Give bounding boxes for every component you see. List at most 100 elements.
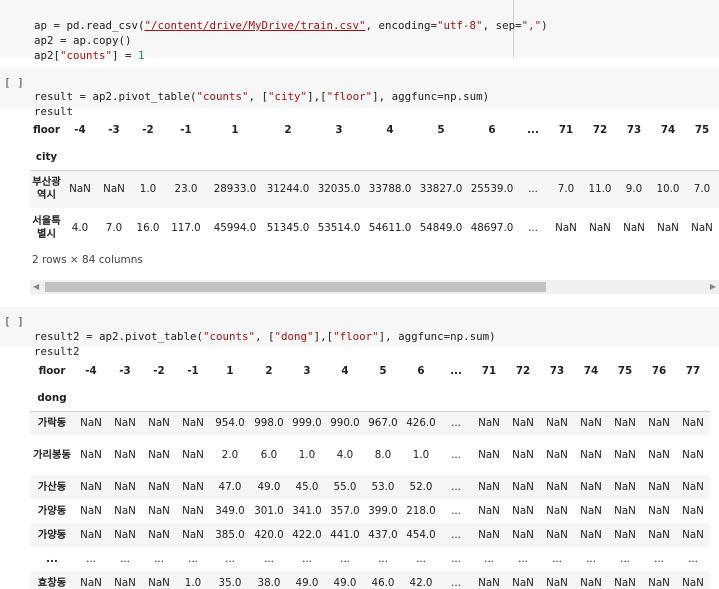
column-header: 3: [303, 365, 311, 377]
table-cell: NaN: [648, 505, 670, 517]
table-cell: NaN: [80, 529, 102, 541]
column-header: 75: [694, 124, 710, 136]
table-cell: NaN: [114, 417, 136, 430]
row-index-label: ...: [46, 552, 58, 565]
table-cell: NaN: [148, 481, 170, 493]
table-cell: NaN: [114, 577, 136, 589]
output-cell-3: floor -4 -3 -2 -1 1 2 3 4 5 6... 71 72 73 74 75 76 77 do…: [30, 357, 719, 589]
code-cell-2[interactable]: [ ] result = ap2.pivot_table("counts", […: [0, 68, 719, 118]
table-cell: 38.0: [257, 577, 281, 589]
table-cell: ...: [120, 553, 130, 565]
column-header: -2: [142, 124, 154, 136]
table-cell: NaN: [682, 505, 704, 517]
table-cell: NaN: [182, 505, 204, 517]
table-cell: NaN: [546, 481, 568, 493]
column-header: 74: [660, 124, 676, 136]
column-header: ...: [450, 365, 462, 377]
scroll-left-icon[interactable]: ◀: [33, 282, 39, 291]
table-cell: NaN: [580, 417, 602, 430]
row-index-label: 부산광역시: [32, 176, 61, 202]
table-cell: ...: [451, 577, 461, 589]
table-row: 가산동 NaN NaN NaN NaN 47.0 49.0 45.0 55.0 53.0 52.0.…: [30, 475, 710, 499]
table-cell: ...: [451, 505, 461, 517]
table-cell: 53.0: [371, 481, 395, 493]
column-header: -1: [187, 365, 199, 377]
table-cell: 454.0: [406, 529, 436, 541]
table-cell: NaN: [512, 505, 534, 517]
table-cell: ...: [484, 553, 494, 565]
table-cell: NaN: [682, 449, 704, 461]
table-cell: 49.0: [257, 481, 281, 493]
table-cell: 55.0: [333, 481, 357, 493]
code-cell-2-source[interactable]: result = ap2.pivot_table("counts", ["cit…: [34, 74, 489, 119]
run-cell-button[interactable]: [ ]: [4, 76, 24, 89]
table-cell: 45994.0: [213, 222, 257, 234]
column-header: 72: [592, 124, 608, 136]
scroll-right-icon[interactable]: ▶: [710, 282, 716, 291]
table-cell: NaN: [69, 183, 91, 196]
table-cell: ...: [586, 553, 596, 565]
table-cell: 49.0: [295, 577, 319, 589]
table-cell: ...: [688, 553, 698, 565]
row-index-label: 효창동: [37, 576, 67, 589]
table-cell: NaN: [512, 577, 534, 589]
table-cell: 31244.0: [266, 183, 310, 196]
scrollbar-thumb[interactable]: [45, 282, 546, 292]
table-cell: NaN: [512, 449, 534, 461]
column-header: -3: [119, 365, 131, 377]
column-header: 5: [379, 365, 387, 377]
table-cell: 45.0: [295, 481, 319, 493]
run-cell-button[interactable]: [ ]: [4, 315, 24, 328]
table-cell: 35.0: [218, 577, 242, 589]
table-cell: 54611.0: [368, 222, 412, 234]
column-header: 6: [417, 365, 425, 377]
table-cell: 2.0: [221, 449, 239, 461]
column-header: 2: [284, 124, 292, 136]
table-cell: NaN: [546, 417, 568, 430]
code-cell-1[interactable]: ap = pd.read_csv("/content/drive/MyDrive…: [0, 0, 719, 62]
table-cell: NaN: [555, 222, 577, 234]
table-cell: ...: [416, 553, 426, 565]
column-header: -4: [85, 365, 97, 377]
column-header: -3: [108, 124, 120, 136]
table-cell: NaN: [148, 417, 170, 430]
table-cell: 54849.0: [419, 222, 463, 234]
table-cell: NaN: [648, 417, 670, 430]
code-cell-3-source[interactable]: result2 = ap2.pivot_table("counts", ["do…: [34, 314, 496, 359]
table-cell: NaN: [148, 529, 170, 541]
table-cell: 7.0: [105, 222, 123, 234]
table-cell: NaN: [623, 222, 645, 234]
table-cell: NaN: [148, 449, 170, 461]
table-cell: NaN: [114, 505, 136, 517]
column-header: 2: [265, 365, 273, 377]
table-cell: NaN: [546, 577, 568, 589]
table-cell: 23.0: [174, 183, 198, 196]
table-cell: NaN: [589, 222, 611, 234]
table-cell: NaN: [182, 417, 204, 430]
table-cell: 33827.0: [419, 183, 463, 196]
table-cell: 1.0: [184, 577, 202, 589]
column-header: ...: [527, 124, 539, 136]
table-cell: NaN: [80, 505, 102, 517]
row-index-label: 가리봉동: [33, 448, 71, 461]
table-cell: NaN: [648, 529, 670, 541]
code-cell-1-source[interactable]: ap = pd.read_csv("/content/drive/MyDrive…: [34, 3, 548, 63]
horizontal-scrollbar[interactable]: ◀ ▶: [30, 280, 719, 294]
table-row: ........................................…: [30, 547, 710, 571]
table-cell: ...: [528, 222, 538, 234]
table-cell: NaN: [614, 449, 636, 461]
table-cell: NaN: [478, 529, 500, 541]
column-header: 73: [549, 365, 565, 377]
row-index-label: 가산동: [37, 480, 67, 493]
table-cell: 32035.0: [317, 183, 361, 196]
column-header: 1: [231, 124, 239, 136]
table-row: 효창동 NaN NaN NaN 1.0 35.0 38.0 49.0 49.0 46.0 42.0.…: [30, 571, 710, 589]
code-cell-3[interactable]: [ ] result2 = ap2.pivot_table("counts", …: [0, 307, 719, 358]
table-cell: 4.0: [336, 449, 354, 461]
table-cell: NaN: [580, 529, 602, 541]
table-cell: NaN: [114, 449, 136, 461]
table-cell: 1.0: [139, 183, 157, 196]
table-cell: NaN: [580, 577, 602, 589]
dataframe-result2: floor -4 -3 -2 -1 1 2 3 4 5 6... 71 72 73 74 75 76 77 do…: [30, 357, 710, 589]
column-header: -2: [153, 365, 165, 377]
